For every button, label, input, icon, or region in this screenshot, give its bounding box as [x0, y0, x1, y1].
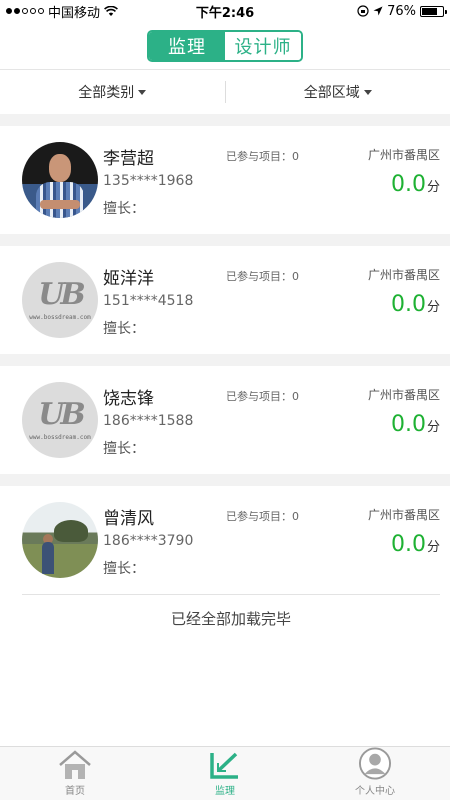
- logo-mark: UB: [38, 276, 85, 312]
- rating-score: 0.0 分: [391, 292, 440, 317]
- supervisor-phone: 186****1588: [103, 413, 194, 429]
- logo-watermark: www.bossdream.com: [29, 313, 91, 321]
- score-value: 0.0: [390, 292, 426, 317]
- location-arrow-icon: [373, 6, 383, 16]
- avatar-placeholder-logo: UB www.bossdream.com: [22, 382, 98, 458]
- tab-supervisor[interactable]: 监理: [149, 31, 225, 60]
- tab-home-label: 首页: [65, 786, 85, 797]
- supervisor-skills: 擅长：: [103, 201, 145, 217]
- profile-icon: [358, 747, 392, 780]
- supervisor-card[interactable]: 李营超 已参与项目：0 广州市番禺区 135****1968 0.0 分 擅长：: [0, 126, 450, 234]
- score-unit: 分: [426, 180, 440, 195]
- category-filter-label: 全部类别: [78, 85, 135, 101]
- tab-supervisor-nav[interactable]: 监理: [150, 747, 300, 800]
- wifi-icon: [104, 5, 118, 16]
- project-count: 已参与项目：0: [226, 150, 299, 163]
- score-unit: 分: [426, 300, 440, 315]
- tab-designer[interactable]: 设计师: [225, 31, 301, 60]
- logo-mark: UB: [38, 396, 85, 432]
- score-value: 0.0: [390, 412, 426, 437]
- orientation-lock-icon: [357, 5, 369, 17]
- project-count: 已参与项目：0: [226, 270, 299, 283]
- supervisor-region: 广州市番禺区: [367, 388, 440, 402]
- supervisor-phone: 186****3790: [103, 533, 194, 549]
- supervisor-phone: 135****1968: [103, 173, 194, 189]
- supervisor-name: 饶志锋: [103, 389, 154, 409]
- home-icon: [59, 750, 91, 779]
- score-value: 0.0: [390, 172, 426, 197]
- project-count: 已参与项目：0: [226, 510, 299, 523]
- list-end-message: 已经全部加载完毕: [22, 594, 440, 642]
- rating-score: 0.0 分: [391, 172, 440, 197]
- caret-down-icon: [363, 89, 372, 95]
- supervisor-card[interactable]: UB www.bossdream.com 饶志锋 已参与项目：0 广州市番禺区 …: [0, 366, 450, 474]
- region-filter-label: 全部区域: [303, 85, 360, 101]
- tab-profile-label: 个人中心: [355, 786, 395, 797]
- carrier-label: 中国移动: [48, 5, 101, 21]
- supervisor-name: 姬洋洋: [103, 269, 154, 289]
- score-value: 0.0: [390, 532, 426, 557]
- supervisor-skills: 擅长：: [103, 321, 145, 337]
- avatar-placeholder-logo: UB www.bossdream.com: [22, 262, 98, 338]
- header: 监理 设计师: [0, 22, 450, 70]
- tab-supervisor-nav-label: 监理: [215, 786, 235, 797]
- tab-home[interactable]: 首页: [0, 747, 150, 800]
- rating-score: 0.0 分: [391, 532, 440, 557]
- supervisor-skills: 擅长：: [103, 561, 145, 577]
- section-gap: [0, 474, 450, 486]
- category-filter-dropdown[interactable]: 全部类别: [0, 82, 225, 102]
- status-bar: 中国移动 下午2:46 76%: [0, 0, 450, 22]
- supervisor-phone: 151****4518: [103, 293, 194, 309]
- role-segmented-control: 监理 设计师: [147, 29, 303, 62]
- supervisor-card[interactable]: 曾清风 已参与项目：0 广州市番禺区 186****3790 0.0 分 擅长：: [0, 486, 450, 594]
- section-gap: [0, 354, 450, 366]
- avatar: [22, 502, 98, 578]
- battery-percent: 76%: [387, 3, 416, 19]
- supervisor-region: 广州市番禺区: [367, 268, 440, 282]
- region-filter-dropdown[interactable]: 全部区域: [226, 82, 450, 102]
- project-count: 已参与项目：0: [226, 390, 299, 403]
- filter-bar: 全部类别 全部区域: [0, 70, 450, 114]
- signal-strength-icon: [6, 8, 44, 14]
- supervisor-name: 李营超: [103, 149, 154, 169]
- caret-down-icon: [138, 89, 147, 95]
- supervisor-skills: 擅长：: [103, 441, 145, 457]
- supervisor-region: 广州市番禺区: [367, 508, 440, 522]
- ruler-icon: [210, 752, 238, 779]
- supervisor-name: 曾清风: [103, 509, 154, 529]
- section-gap: [0, 114, 450, 126]
- tab-profile[interactable]: 个人中心: [300, 747, 450, 800]
- bottom-tab-bar: 首页 监理 个人中心: [0, 746, 450, 800]
- avatar: [22, 142, 98, 218]
- supervisor-card[interactable]: UB www.bossdream.com 姬洋洋 已参与项目：0 广州市番禺区 …: [0, 246, 450, 354]
- battery-icon: [420, 5, 447, 17]
- logo-watermark: www.bossdream.com: [29, 433, 91, 441]
- score-unit: 分: [426, 420, 440, 435]
- score-unit: 分: [426, 540, 440, 555]
- rating-score: 0.0 分: [391, 412, 440, 437]
- section-gap: [0, 234, 450, 246]
- supervisor-region: 广州市番禺区: [367, 148, 440, 162]
